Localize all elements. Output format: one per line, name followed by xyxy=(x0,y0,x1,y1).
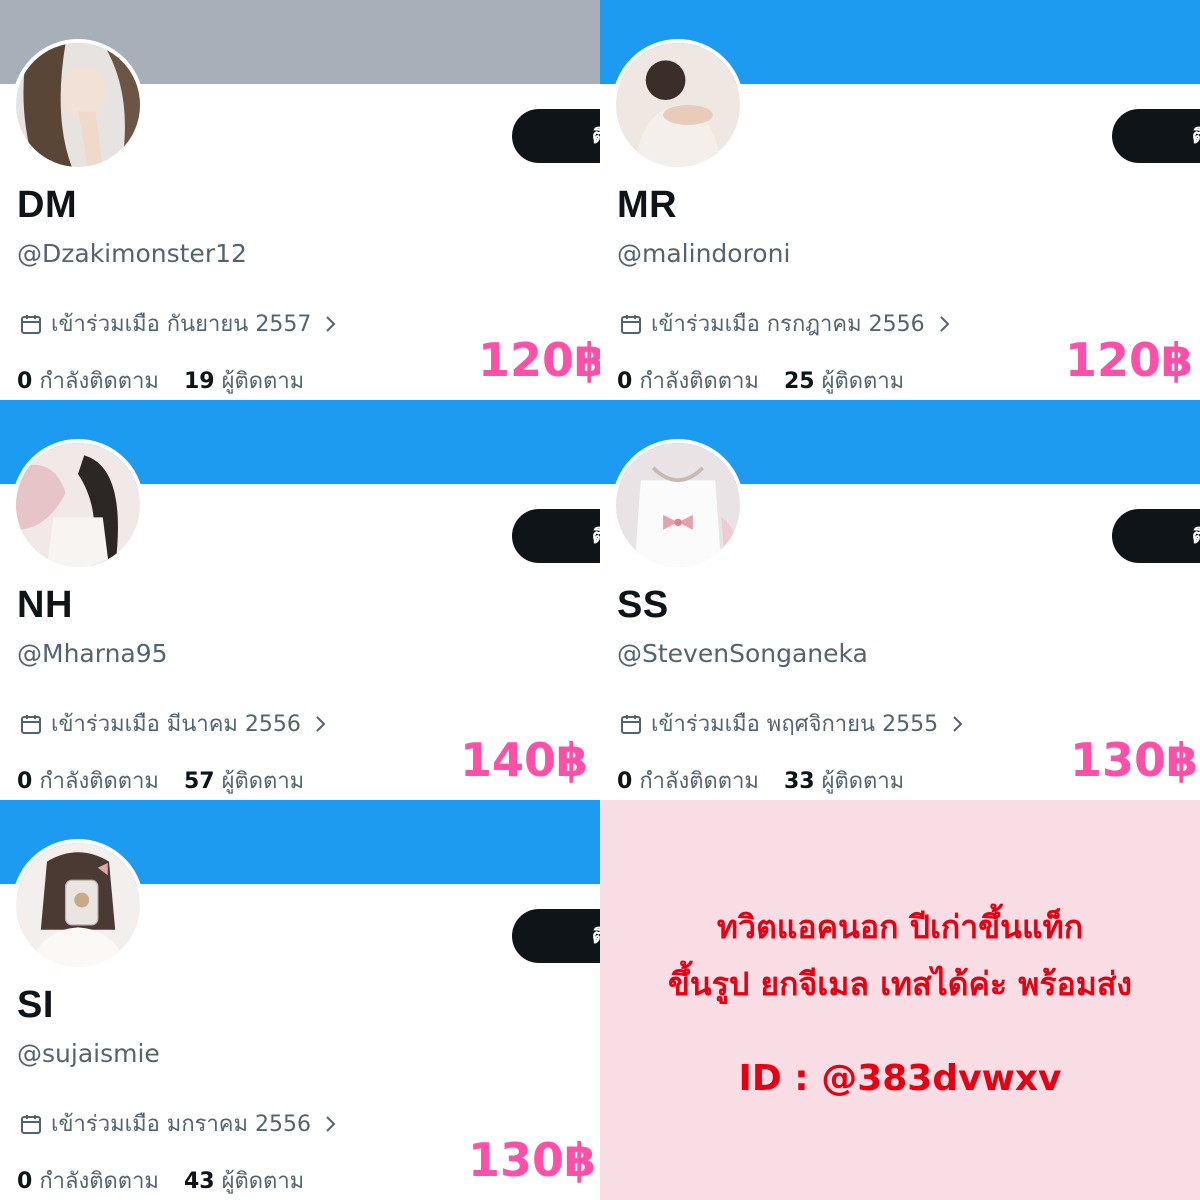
chevron-right-icon xyxy=(953,715,963,732)
calendar-icon xyxy=(21,1114,41,1134)
joined-date-text: เข้าร่วมเมือ มีนาคม 2556 xyxy=(51,712,301,737)
followers-label[interactable]: ผู้ติดตาม xyxy=(822,769,905,794)
calendar-icon xyxy=(621,714,641,734)
following-count[interactable]: 0 xyxy=(617,769,632,794)
joined-date-text: เข้าร่วมเมือ กันยายน 2557 xyxy=(51,312,312,337)
display-name: MR xyxy=(617,184,678,226)
following-count[interactable]: 0 xyxy=(17,369,32,394)
following-label[interactable]: กำลังติดตาม xyxy=(39,769,159,794)
username[interactable]: @Dzakimonster12 xyxy=(17,239,247,268)
joined-date-row[interactable]: เข้าร่วมเมือ กันยายน 2557 xyxy=(19,306,339,341)
avatar[interactable] xyxy=(612,39,744,171)
calendar-icon xyxy=(621,314,641,334)
price-label: 130฿ xyxy=(1070,733,1199,787)
follow-button[interactable]: ติ xyxy=(1112,509,1200,563)
follow-button[interactable]: ติ xyxy=(512,509,600,563)
joined-date-row[interactable]: เข้าร่วมเมือ มีนาคม 2556 xyxy=(19,706,329,741)
following-label[interactable]: กำลังติดตาม xyxy=(39,1169,159,1194)
price-label: 120฿ xyxy=(478,333,600,387)
calendar-icon xyxy=(21,314,41,334)
username[interactable]: @StevenSonganeka xyxy=(617,639,868,668)
display-name: SI xyxy=(17,984,54,1026)
joined-date-row[interactable]: เข้าร่วมเมือ มกราคม 2556 xyxy=(19,1106,339,1141)
price-label: 130฿ xyxy=(468,1133,597,1187)
following-count[interactable]: 0 xyxy=(617,369,632,394)
following-label[interactable]: กำลังติดตาม xyxy=(639,369,759,394)
followers-count[interactable]: 57 xyxy=(184,769,215,794)
followers-label[interactable]: ผู้ติดตาม xyxy=(222,369,305,394)
follow-stats: 0 กำลังติดตาม 33 ผู้ติดตาม xyxy=(617,763,904,798)
promo-panel: ทวิตแอคนอก ปีเก่าขึ้นแท็ก ขึ้นรูป ยกจีเม… xyxy=(600,800,1200,1200)
chevron-right-icon xyxy=(326,1115,336,1132)
promo-line-2: ขึ้นรูป ยกจีเมล เทสได้ค่ะ พร้อมส่ง xyxy=(668,965,1132,1003)
joined-date-text: เข้าร่วมเมือ พฤศจิกายน 2555 xyxy=(651,712,939,737)
avatar-photo-icon xyxy=(616,43,740,167)
chevron-right-icon xyxy=(326,315,336,332)
follow-button[interactable]: ติ xyxy=(1112,109,1200,163)
price-label: 140฿ xyxy=(460,733,589,787)
profile-card-dm: ติ DM @Dzakimonster12 เข้าร่วมเมือ กันยา… xyxy=(0,0,600,400)
joined-date-row[interactable]: เข้าร่วมเมือ กรกฎาคม 2556 xyxy=(619,306,953,341)
follow-stats: 0 กำลังติดตาม 19 ผู้ติดตาม xyxy=(17,363,304,398)
chevron-right-icon xyxy=(939,315,950,332)
followers-label[interactable]: ผู้ติดตาม xyxy=(222,769,305,794)
followers-count[interactable]: 33 xyxy=(784,769,815,794)
calendar-icon xyxy=(21,714,41,734)
profile-card-ss: ติ SS @StevenSonganeka เข้าร่วมเมือ พฤศจ… xyxy=(600,400,1200,800)
profile-card-mr: ติ MR @malindoroni เข้าร่วมเมือ กรกฎาคม … xyxy=(600,0,1200,400)
following-label[interactable]: กำลังติดตาม xyxy=(39,369,159,394)
follow-stats: 0 กำลังติดตาม 25 ผู้ติดตาม xyxy=(617,363,904,398)
joined-date-text: เข้าร่วมเมือ กรกฎาคม 2556 xyxy=(651,312,925,337)
display-name: NH xyxy=(17,584,73,626)
avatar-photo-icon xyxy=(16,843,140,967)
price-label: 120฿ xyxy=(1065,333,1194,387)
promo-contact-id: ID : @383dvwxv xyxy=(738,1058,1062,1099)
avatar-photo-icon xyxy=(16,43,140,167)
promo-line-1: ทวิตแอคนอก ปีเก่าขึ้นแท็ก xyxy=(716,908,1084,946)
profile-card-si: ติ SI @sujaismie เข้าร่วมเมือ มกราคม 255… xyxy=(0,800,600,1200)
avatar[interactable] xyxy=(12,439,144,571)
username[interactable]: @malindoroni xyxy=(617,239,790,268)
display-name: DM xyxy=(17,184,78,226)
avatar[interactable] xyxy=(12,39,144,171)
following-count[interactable]: 0 xyxy=(17,769,32,794)
joined-date-row[interactable]: เข้าร่วมเมือ พฤศจิกายน 2555 xyxy=(619,706,966,741)
follow-button[interactable]: ติ xyxy=(512,909,600,963)
followers-count[interactable]: 25 xyxy=(784,369,815,394)
display-name: SS xyxy=(617,584,669,626)
following-label[interactable]: กำลังติดตาม xyxy=(639,769,759,794)
follow-stats: 0 กำลังติดตาม 43 ผู้ติดตาม xyxy=(17,1163,304,1198)
profile-card-nh: ติ NH @Mharna95 เข้าร่วมเมือ มีนาคม 2556… xyxy=(0,400,600,800)
joined-date-text: เข้าร่วมเมือ มกราคม 2556 xyxy=(51,1112,312,1137)
follow-button[interactable]: ติ xyxy=(512,109,600,163)
followers-label[interactable]: ผู้ติดตาม xyxy=(222,1169,305,1194)
avatar-photo-icon xyxy=(16,443,140,567)
follow-stats: 0 กำลังติดตาม 57 ผู้ติดตาม xyxy=(17,763,304,798)
following-count[interactable]: 0 xyxy=(17,1169,32,1194)
avatar[interactable] xyxy=(612,439,744,571)
chevron-right-icon xyxy=(316,715,326,732)
followers-label[interactable]: ผู้ติดตาม xyxy=(822,369,905,394)
avatar-photo-icon xyxy=(616,443,740,567)
username[interactable]: @sujaismie xyxy=(17,1039,160,1068)
avatar[interactable] xyxy=(12,839,144,971)
followers-count[interactable]: 43 xyxy=(184,1169,215,1194)
username[interactable]: @Mharna95 xyxy=(17,639,168,668)
followers-count[interactable]: 19 xyxy=(184,369,215,394)
